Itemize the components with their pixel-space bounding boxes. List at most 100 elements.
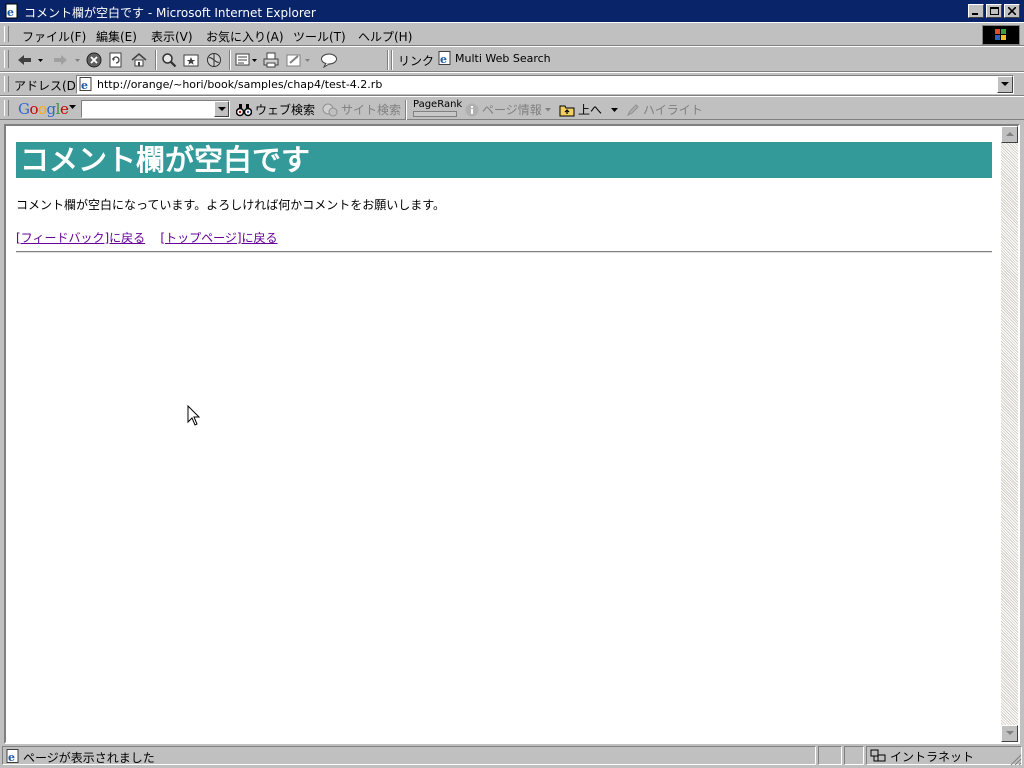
ie-page-icon: e xyxy=(438,51,451,65)
site-search-label: サイト検索 xyxy=(341,103,402,117)
scroll-up-button[interactable] xyxy=(1001,126,1018,143)
back-arrow-icon xyxy=(18,55,43,65)
highlight-button[interactable]: ハイライト xyxy=(626,101,703,118)
top-page-back-link[interactable]: [トップページ]に戻る xyxy=(160,231,277,245)
horizontal-rule xyxy=(16,251,992,253)
minimize-button[interactable] xyxy=(968,4,984,18)
history-button[interactable] xyxy=(206,51,222,69)
feedback-back-link[interactable]: [フィードバック]に戻る xyxy=(16,231,145,245)
status-text: ページが表示されました xyxy=(23,751,155,765)
address-url: http://orange/~hori/book/samples/chap4/t… xyxy=(97,78,383,91)
site-search-icon xyxy=(322,103,338,116)
ie-page-icon: e xyxy=(79,77,92,91)
edit-page-icon xyxy=(286,54,310,67)
address-input[interactable]: e http://orange/~hori/book/samples/chap4… xyxy=(76,75,1014,94)
chevron-down-icon[interactable] xyxy=(611,108,618,112)
resize-grip-icon[interactable] xyxy=(1010,754,1022,766)
print-button[interactable] xyxy=(263,51,279,69)
chevron-down-icon xyxy=(217,106,226,111)
web-search-button[interactable]: ウェブ検索 xyxy=(236,101,315,118)
favorites-icon xyxy=(183,54,199,67)
multi-web-search-label: Multi Web Search xyxy=(455,51,551,65)
google-search-dropdown[interactable] xyxy=(214,101,229,117)
home-icon xyxy=(131,53,147,67)
svg-text:e: e xyxy=(7,6,14,19)
ie-page-icon: e xyxy=(6,749,19,763)
standard-toolbar: リンク e Multi Web Search xyxy=(0,46,1024,72)
menu-tools[interactable]: ツール(T) xyxy=(293,28,346,45)
forward-arrow-icon xyxy=(54,55,80,65)
google-logo[interactable]: Google xyxy=(18,100,69,118)
page-links: [フィードバック]に戻る [トップページ]に戻る xyxy=(16,229,278,246)
security-zone-text: イントラネット xyxy=(890,750,975,764)
svg-text:e: e xyxy=(440,53,447,65)
close-icon xyxy=(1008,7,1016,15)
pagerank-label: PageRank xyxy=(413,99,463,110)
links-label: リンク xyxy=(398,54,435,68)
folder-up-icon xyxy=(559,105,575,116)
menu-favorites[interactable]: お気に入り(A) xyxy=(206,28,284,45)
mouse-pointer-icon xyxy=(187,405,201,426)
pagerank-indicator[interactable]: PageRank xyxy=(413,99,462,117)
page-info-button[interactable]: ページ情報 xyxy=(465,101,551,118)
page-heading: コメント欄が空白です xyxy=(16,142,992,178)
up-button[interactable]: 上へ xyxy=(559,101,602,118)
info-icon xyxy=(465,103,479,116)
vertical-scrollbar[interactable] xyxy=(1001,126,1018,742)
mail-icon xyxy=(235,53,257,66)
page-viewport: コメント欄が空白です コメント欄が空白になっています。よろしければ何かコメントを… xyxy=(4,124,1020,744)
stop-icon xyxy=(86,52,102,68)
back-button[interactable] xyxy=(16,51,44,69)
home-button[interactable] xyxy=(131,51,147,69)
status-panel-progress xyxy=(818,746,842,765)
mail-button[interactable] xyxy=(235,51,259,69)
search-icon xyxy=(162,53,177,68)
status-panel-security xyxy=(844,746,864,765)
status-bar: e ページが表示されました イントラネット xyxy=(0,744,1024,768)
page-content: コメント欄が空白です コメント欄が空白になっています。よろしければ何かコメントを… xyxy=(6,126,1001,742)
svg-text:e: e xyxy=(81,79,88,91)
address-bar: アドレス(D) e http://orange/~hori/book/sampl… xyxy=(0,72,1024,96)
search-button[interactable] xyxy=(161,51,177,69)
page-info-label: ページ情報 xyxy=(482,103,542,117)
maximize-button[interactable] xyxy=(986,4,1002,18)
menu-view[interactable]: 表示(V) xyxy=(151,28,193,45)
maximize-icon xyxy=(989,6,999,15)
chevron-down-icon xyxy=(544,107,551,111)
up-label: 上へ xyxy=(578,103,603,117)
menu-file[interactable]: ファイル(F) xyxy=(22,28,86,45)
windows-logo-icon xyxy=(982,25,1020,45)
binoculars-icon xyxy=(236,103,252,116)
status-panel-main: e ページが表示されました xyxy=(2,746,816,765)
ie-page-icon: e xyxy=(5,3,18,19)
google-toolbar: Google ウェブ検索 サイト検索 PageRank ページ情報 上へ ハイラ… xyxy=(0,96,1024,120)
multi-web-search-link[interactable]: e Multi Web Search xyxy=(438,51,551,65)
google-search-input[interactable] xyxy=(81,100,230,118)
window-title: コメント欄が空白です - Microsoft Internet Explorer xyxy=(24,6,316,20)
favorites-button[interactable] xyxy=(183,51,199,69)
scroll-down-button[interactable] xyxy=(1001,725,1018,742)
close-button[interactable] xyxy=(1004,4,1020,18)
printer-icon xyxy=(263,52,279,68)
chevron-up-icon xyxy=(1005,132,1014,136)
edit-button[interactable] xyxy=(286,51,312,69)
refresh-icon xyxy=(109,52,122,68)
menu-bar: ファイル(F) 編集(E) 表示(V) お気に入り(A) ツール(T) ヘルプ(… xyxy=(0,22,1024,46)
intranet-icon xyxy=(870,749,886,762)
menu-edit[interactable]: 編集(E) xyxy=(96,28,137,45)
forward-button[interactable] xyxy=(52,51,82,69)
web-search-label: ウェブ検索 xyxy=(255,103,316,117)
discuss-button[interactable] xyxy=(320,51,338,69)
menu-help[interactable]: ヘルプ(H) xyxy=(358,28,412,45)
site-search-button[interactable]: サイト検索 xyxy=(322,101,401,118)
chevron-down-icon xyxy=(1001,82,1009,86)
chevron-down-icon[interactable] xyxy=(69,105,76,109)
refresh-button[interactable] xyxy=(108,51,124,69)
google-search-field[interactable] xyxy=(82,101,216,117)
page-message: コメント欄が空白になっています。よろしければ何かコメントをお願いします。 xyxy=(16,198,446,212)
highlighter-icon xyxy=(626,103,639,116)
address-dropdown-button[interactable] xyxy=(997,76,1013,93)
chevron-down-icon xyxy=(1005,731,1014,735)
stop-button[interactable] xyxy=(86,51,102,69)
highlight-label: ハイライト xyxy=(643,103,703,117)
